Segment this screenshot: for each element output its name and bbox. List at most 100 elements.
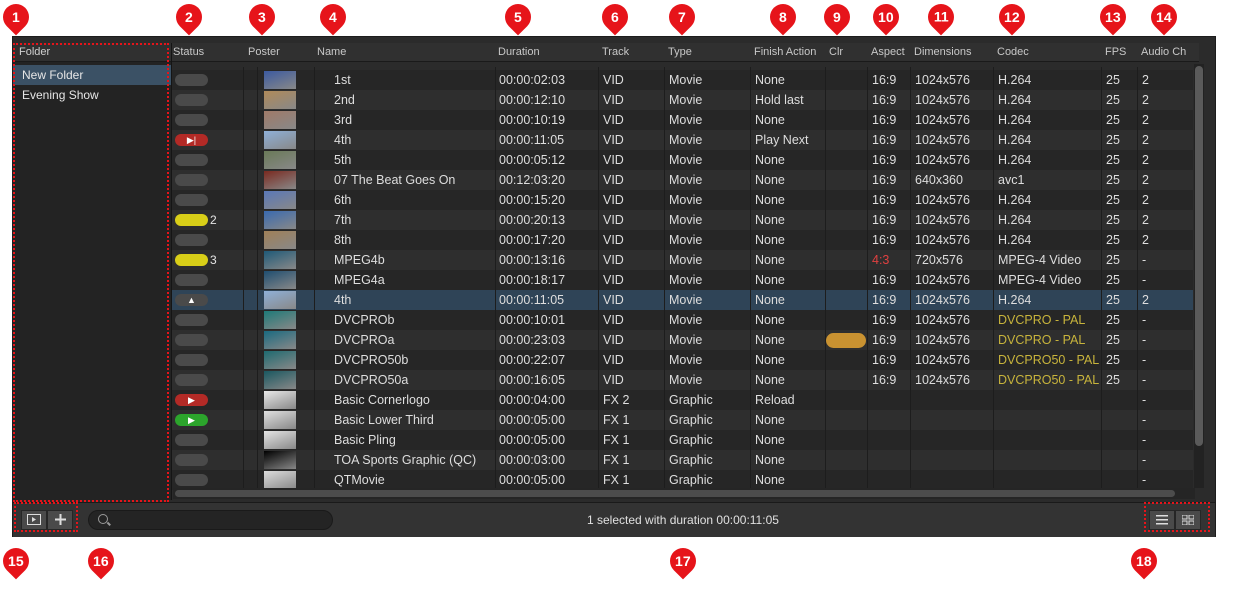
cell-track: VID: [603, 313, 624, 327]
table-row[interactable]: 1st 00:00:02:03 VID Movie None 16:9 1024x576 H.…: [172, 70, 1193, 90]
table-row[interactable]: 2nd 00:00:12:10 VID Movie Hold last 16:9 1024x…: [172, 90, 1193, 110]
table-row[interactable]: Basic Pling 00:00:05:00 FX 1 Graphic None -: [172, 430, 1193, 450]
column-divider: [243, 67, 244, 489]
horizontal-scrollbar[interactable]: [173, 488, 1195, 499]
status-indicator[interactable]: [175, 174, 208, 186]
table-row[interactable]: 5th 00:00:05:12 VID Movie None 16:9 1024x576 H.…: [172, 150, 1193, 170]
status-indicator[interactable]: [175, 274, 208, 286]
column-header-status[interactable]: Status: [173, 46, 204, 58]
status-indicator[interactable]: [175, 194, 208, 206]
cell-audio: 2: [1142, 233, 1149, 247]
annotation-marker: 12: [993, 0, 1031, 36]
table-row[interactable]: ▲ 4th 00:00:11:05 VID Movie None 16:9 1024x576 H…: [172, 290, 1193, 310]
status-indicator[interactable]: ▲: [175, 294, 208, 306]
vertical-scrollbar[interactable]: [1194, 64, 1204, 488]
column-header-clr[interactable]: Clr: [829, 46, 843, 58]
cell-audio: 2: [1142, 113, 1149, 127]
cell-fps: 25: [1106, 133, 1120, 147]
table-row[interactable]: DVCPROa 00:00:23:03 VID Movie None 16:9 1024x5…: [172, 330, 1193, 350]
status-indicator[interactable]: [175, 254, 208, 266]
cell-track: VID: [603, 293, 624, 307]
table-row[interactable]: DVCPROb 00:00:10:01 VID Movie None 16:9 1024x5…: [172, 310, 1193, 330]
annotation-number: 18: [1136, 552, 1152, 569]
status-indicator[interactable]: [175, 214, 208, 226]
cell-track: VID: [603, 253, 624, 267]
table-row[interactable]: DVCPRO50a 00:00:16:05 VID Movie None 16:9 1024…: [172, 370, 1193, 390]
cell-name: DVCPROa: [334, 333, 395, 347]
cell-finish: None: [755, 193, 785, 207]
table-row[interactable]: ▶ Basic Lower Third 00:00:05:00 FX 1 Graphic…: [172, 410, 1193, 430]
table-row[interactable]: 6th 00:00:15:20 VID Movie None 16:9 1024x576 H.…: [172, 190, 1193, 210]
cell-name: MPEG4b: [334, 253, 385, 267]
cell-track: VID: [603, 73, 624, 87]
cell-name: 4th: [334, 133, 352, 147]
cell-type: Movie: [669, 333, 703, 347]
status-indicator[interactable]: [175, 354, 208, 366]
cell-track: VID: [603, 133, 624, 147]
status-indicator[interactable]: [175, 234, 208, 246]
poster-thumbnail: [264, 351, 296, 369]
cell-track: VID: [603, 353, 624, 367]
cell-codec: H.264: [998, 193, 1032, 207]
annotation-marker: 4: [314, 0, 352, 36]
table-row[interactable]: DVCPRO50b 00:00:22:07 VID Movie None 16:9 1024…: [172, 350, 1193, 370]
status-indicator[interactable]: ▶: [175, 414, 208, 426]
annotation-number: 3: [258, 9, 266, 26]
table-row[interactable]: MPEG4a 00:00:18:17 VID Movie None 16:9 1024x57…: [172, 270, 1193, 290]
horizontal-scroll-thumb[interactable]: [175, 490, 1175, 497]
table-row[interactable]: QTMovie 00:00:05:00 FX 1 Graphic None -: [172, 470, 1193, 490]
cell-finish: None: [755, 313, 785, 327]
cell-track: VID: [603, 333, 624, 347]
column-header-dimensions[interactable]: Dimensions: [914, 46, 971, 58]
cell-aspect: 16:9: [872, 313, 897, 327]
column-header-audio-ch[interactable]: Audio Ch: [1141, 46, 1186, 58]
status-indicator[interactable]: [175, 474, 208, 486]
table-row[interactable]: 8th 00:00:17:20 VID Movie None 16:9 1024x576 H.…: [172, 230, 1193, 250]
status-indicator[interactable]: [175, 454, 208, 466]
cell-type: Movie: [669, 253, 703, 267]
column-header-poster[interactable]: Poster: [248, 46, 280, 58]
table-row[interactable]: ▶ Basic Cornerlogo 00:00:04:00 FX 2 Graphic R…: [172, 390, 1193, 410]
status-indicator[interactable]: [175, 374, 208, 386]
color-label[interactable]: [826, 333, 866, 348]
status-indicator[interactable]: [175, 314, 208, 326]
column-header-name[interactable]: Name: [317, 46, 346, 58]
cell-codec: H.264: [998, 233, 1032, 247]
table-row[interactable]: 3rd 00:00:10:19 VID Movie None 16:9 1024x576 H.…: [172, 110, 1193, 130]
column-header-track[interactable]: Track: [602, 46, 629, 58]
status-indicator[interactable]: ▶|: [175, 134, 208, 146]
poster-thumbnail: [264, 311, 296, 329]
status-indicator[interactable]: [175, 74, 208, 86]
table-row[interactable]: ▶| 4th 00:00:11:05 VID Movie Play Next 16:9 102…: [172, 130, 1193, 150]
table-row[interactable]: 2 7th 00:00:20:13 VID Movie None 16:9 1024x576 H…: [172, 210, 1193, 230]
status-indicator[interactable]: [175, 114, 208, 126]
cell-type: Graphic: [669, 393, 713, 407]
status-indicator[interactable]: [175, 434, 208, 446]
cell-name: TOA Sports Graphic (QC): [334, 453, 477, 467]
annotation-number: 12: [1004, 9, 1020, 26]
table-row[interactable]: 3 MPEG4b 00:00:13:16 VID Movie None 4:3 720x576…: [172, 250, 1193, 270]
status-indicator[interactable]: [175, 334, 208, 346]
search-input[interactable]: [88, 510, 333, 530]
cell-aspect: 16:9: [872, 153, 897, 167]
status-indicator[interactable]: [175, 94, 208, 106]
cell-name: 1st: [334, 73, 351, 87]
annotation-number: 4: [329, 9, 337, 26]
vertical-scroll-thumb[interactable]: [1195, 66, 1203, 446]
column-header-duration[interactable]: Duration: [498, 46, 540, 58]
table-row[interactable]: 07 The Beat Goes On 00:12:03:20 VID Movie No…: [172, 170, 1193, 190]
column-header-finish-action[interactable]: Finish Action: [754, 46, 816, 58]
table-row[interactable]: TOA Sports Graphic (QC) 00:00:03:00 FX 1 Gr…: [172, 450, 1193, 470]
annotation-marker: 15: [0, 542, 35, 580]
cell-audio: -: [1142, 433, 1147, 447]
status-indicator[interactable]: [175, 154, 208, 166]
cell-duration: 00:12:03:20: [499, 173, 566, 187]
status-indicator[interactable]: ▶: [175, 394, 208, 406]
column-header-codec[interactable]: Codec: [997, 46, 1029, 58]
column-header-type[interactable]: Type: [668, 46, 692, 58]
cell-codec: H.264: [998, 73, 1032, 87]
column-header-fps[interactable]: FPS: [1105, 46, 1126, 58]
cell-dims: 1024x576: [915, 313, 970, 327]
cell-track: VID: [603, 373, 624, 387]
column-header-aspect[interactable]: Aspect: [871, 46, 905, 58]
